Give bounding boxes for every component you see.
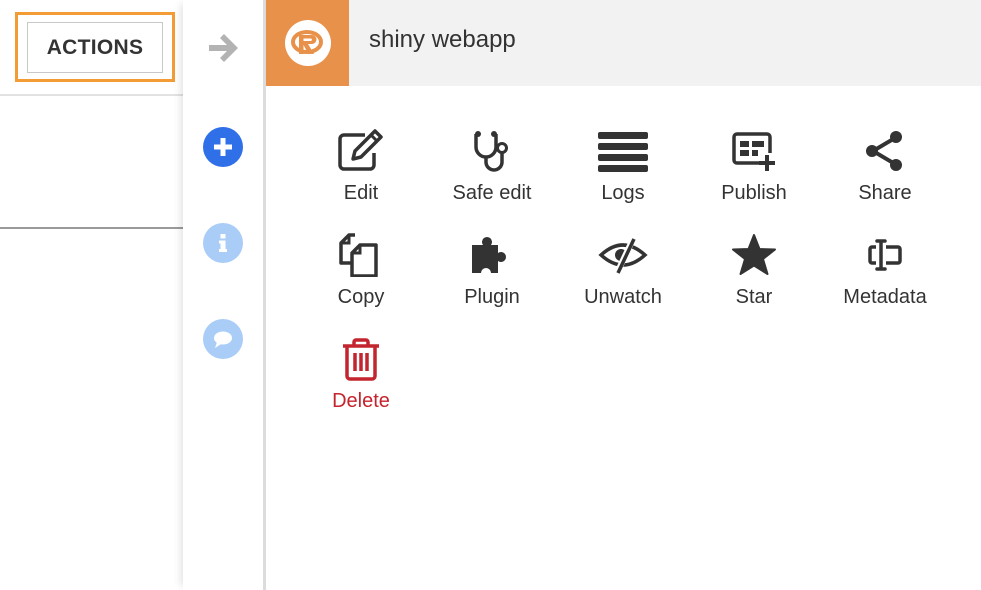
action-label: Metadata [843,286,927,308]
action-label: Unwatch [584,286,662,308]
trash-icon [333,336,389,382]
divider [0,227,183,229]
action-label: Logs [601,182,645,204]
plugin-icon [464,232,520,278]
right-rail [183,0,264,590]
panel-header: shiny webapp [266,0,981,86]
copy-icon [333,232,389,278]
info-button[interactable] [203,223,243,263]
action-share[interactable]: Share [820,128,950,228]
action-unwatch[interactable]: Unwatch [558,232,688,332]
actions-button[interactable]: ACTIONS [27,22,163,73]
collapse-arrow-button[interactable] [203,28,243,68]
star-icon [726,232,782,278]
action-label: Share [858,182,912,204]
action-label: Safe edit [452,182,532,204]
arrow-right-icon [209,34,238,62]
add-button[interactable] [203,127,243,167]
action-metadata[interactable]: Metadata [820,232,950,332]
share-icon [857,128,913,174]
action-publish[interactable]: Publish [689,128,819,228]
action-label: Publish [721,182,787,204]
action-label: Copy [337,286,385,308]
actions-panel: shiny webapp Edit Safe edit Logs Publish… [266,0,981,590]
eye-slash-icon [595,232,651,278]
metadata-icon [857,232,913,278]
object-type-badge [266,0,349,86]
object-title: shiny webapp [369,26,516,53]
discussion-button[interactable] [203,319,243,359]
plus-icon [214,138,232,156]
action-logs[interactable]: Logs [558,128,688,228]
action-label: Plugin [464,286,520,308]
action-label: Star [735,286,773,308]
action-label: Edit [343,182,379,204]
left-pane: ACTIONS [0,0,183,590]
action-copy[interactable]: Copy [296,232,426,332]
logs-icon [595,128,651,174]
action-safe-edit[interactable]: Safe edit [427,128,557,228]
stethoscope-icon [464,128,520,174]
divider [0,94,183,96]
action-star[interactable]: Star [689,232,819,332]
action-label: Delete [332,390,390,412]
chat-icon [214,331,232,348]
action-delete[interactable]: Delete [296,336,426,436]
edit-icon [333,128,389,174]
publish-icon [726,128,782,174]
r-logo-icon [284,20,331,66]
action-plugin[interactable]: Plugin [427,232,557,332]
action-edit[interactable]: Edit [296,128,426,228]
info-icon [219,234,227,252]
